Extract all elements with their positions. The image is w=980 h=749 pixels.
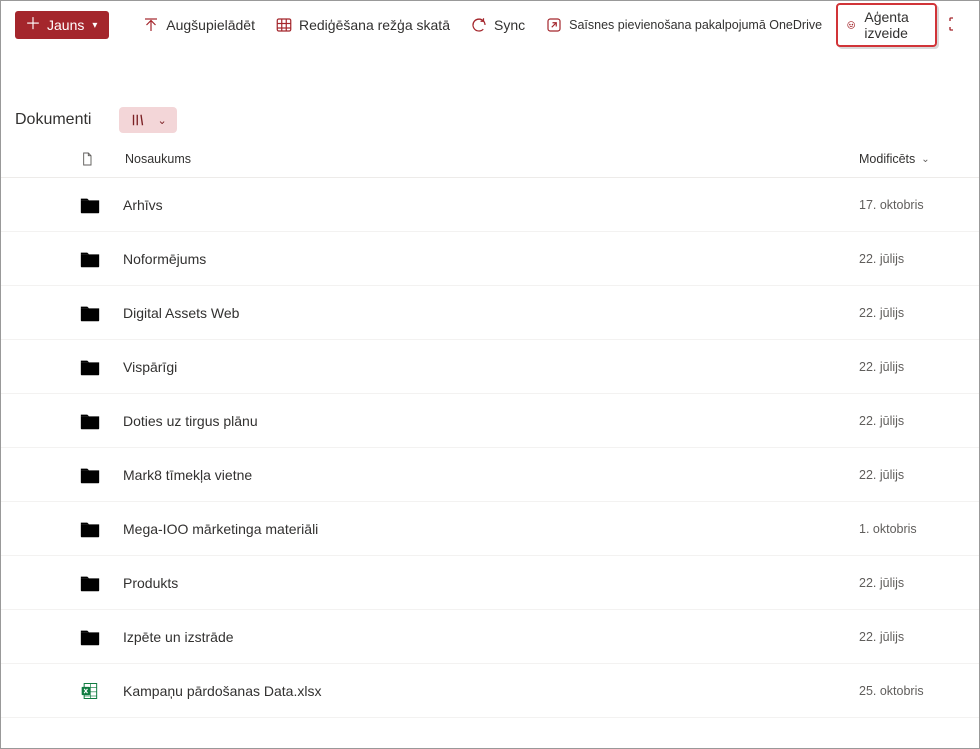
new-button-label: Jauns — [47, 17, 84, 33]
folder-icon — [79, 195, 123, 215]
chevron-down-icon: ⌄ — [157, 114, 166, 127]
column-header-name[interactable]: Nosaukums — [123, 152, 859, 166]
item-modified: 1. oktobris — [859, 522, 979, 536]
list-item[interactable]: Digital Assets Web22. jūlijs — [1, 286, 979, 340]
agent-icon — [846, 16, 856, 34]
list-item[interactable]: Mark8 tīmekļa vietne22. jūlijs — [1, 448, 979, 502]
item-modified: 22. jūlijs — [859, 576, 979, 590]
upload-button[interactable]: Augšupielādēt — [136, 12, 261, 38]
folder-icon — [79, 627, 123, 647]
list-item[interactable]: Noformējums22. jūlijs — [1, 232, 979, 286]
list-item[interactable]: Vispārīgi22. jūlijs — [1, 340, 979, 394]
grid-edit-label: Rediģēšana režģa skatā — [299, 17, 450, 33]
column-headers: Nosaukums Modificēts ⌄ — [1, 141, 979, 178]
new-button[interactable]: ＋ Jauns ▾ — [15, 11, 109, 39]
library-view-icon — [129, 111, 147, 129]
item-name: Vispārīgi — [123, 359, 859, 375]
library-title: Dokumenti — [15, 111, 91, 129]
column-header-type[interactable] — [79, 149, 123, 169]
item-name: Izpēte un izstrāde — [123, 629, 859, 645]
item-modified: 17. oktobris — [859, 198, 979, 212]
file-icon — [79, 149, 95, 169]
sync-button[interactable]: Sync — [464, 12, 531, 38]
column-header-modified-label: Modificēts — [859, 152, 915, 166]
item-name: Mark8 tīmekļa vietne — [123, 467, 859, 483]
folder-icon — [79, 249, 123, 269]
list-item[interactable]: Kampaņu pārdošanas Data.xlsx25. oktobris — [1, 664, 979, 718]
folder-icon — [79, 519, 123, 539]
onedrive-shortcut-label: Saīsnes pievienošana pakalpojumā OneDriv… — [569, 18, 822, 32]
file-list: Arhīvs17. oktobrisNoformējums22. jūlijsD… — [1, 178, 979, 718]
library-header: Dokumenti ⌄ — [1, 85, 979, 141]
column-header-name-label: Nosaukums — [125, 152, 191, 166]
item-name: Digital Assets Web — [123, 305, 859, 321]
chevron-down-icon: ⌄ — [921, 154, 929, 165]
list-item[interactable]: Doties uz tirgus plānu22. jūlijs — [1, 394, 979, 448]
list-item[interactable]: Izpēte un izstrāde22. jūlijs — [1, 610, 979, 664]
item-modified: 22. jūlijs — [859, 468, 979, 482]
excel-file-icon — [79, 681, 123, 701]
item-name: Doties uz tirgus plānu — [123, 413, 859, 429]
create-agent-button[interactable]: Aģenta izveide — [836, 3, 937, 47]
item-name: Noformējums — [123, 251, 859, 267]
item-modified: 25. oktobris — [859, 684, 979, 698]
onedrive-shortcut-button[interactable]: Saīsnes pievienošana pakalpojumā OneDriv… — [539, 12, 828, 38]
item-modified: 22. jūlijs — [859, 630, 979, 644]
plus-icon: ＋ — [25, 17, 41, 33]
list-item[interactable]: Arhīvs17. oktobris — [1, 178, 979, 232]
sync-icon — [470, 16, 488, 34]
grid-icon — [275, 16, 293, 34]
item-name: Kampaņu pārdošanas Data.xlsx — [123, 683, 859, 699]
folder-icon — [79, 303, 123, 323]
list-item[interactable]: Produkts22. jūlijs — [1, 556, 979, 610]
view-switcher[interactable]: ⌄ — [119, 107, 176, 133]
grid-edit-button[interactable]: Rediģēšana režģa skatā — [269, 12, 456, 38]
column-header-modified[interactable]: Modificēts ⌄ — [859, 152, 979, 166]
folder-icon — [79, 411, 123, 431]
folder-icon — [79, 357, 123, 377]
overflow-icon[interactable] — [947, 15, 965, 36]
item-modified: 22. jūlijs — [859, 252, 979, 266]
upload-label: Augšupielādēt — [166, 17, 255, 33]
item-modified: 22. jūlijs — [859, 306, 979, 320]
item-modified: 22. jūlijs — [859, 414, 979, 428]
item-name: Mega-IOO mārketinga materiāli — [123, 521, 859, 537]
command-bar: ＋ Jauns ▾ Augšupielādēt Rediģēšana režģa… — [1, 1, 979, 49]
sync-label: Sync — [494, 17, 525, 33]
list-item[interactable]: Mega-IOO mārketinga materiāli1. oktobris — [1, 502, 979, 556]
item-modified: 22. jūlijs — [859, 360, 979, 374]
create-agent-label: Aģenta izveide — [864, 9, 917, 41]
item-name: Produkts — [123, 575, 859, 591]
folder-icon — [79, 465, 123, 485]
item-name: Arhīvs — [123, 197, 859, 213]
folder-icon — [79, 573, 123, 593]
shortcut-icon — [545, 16, 563, 34]
upload-icon — [142, 16, 160, 34]
chevron-down-icon: ▾ — [92, 20, 97, 31]
